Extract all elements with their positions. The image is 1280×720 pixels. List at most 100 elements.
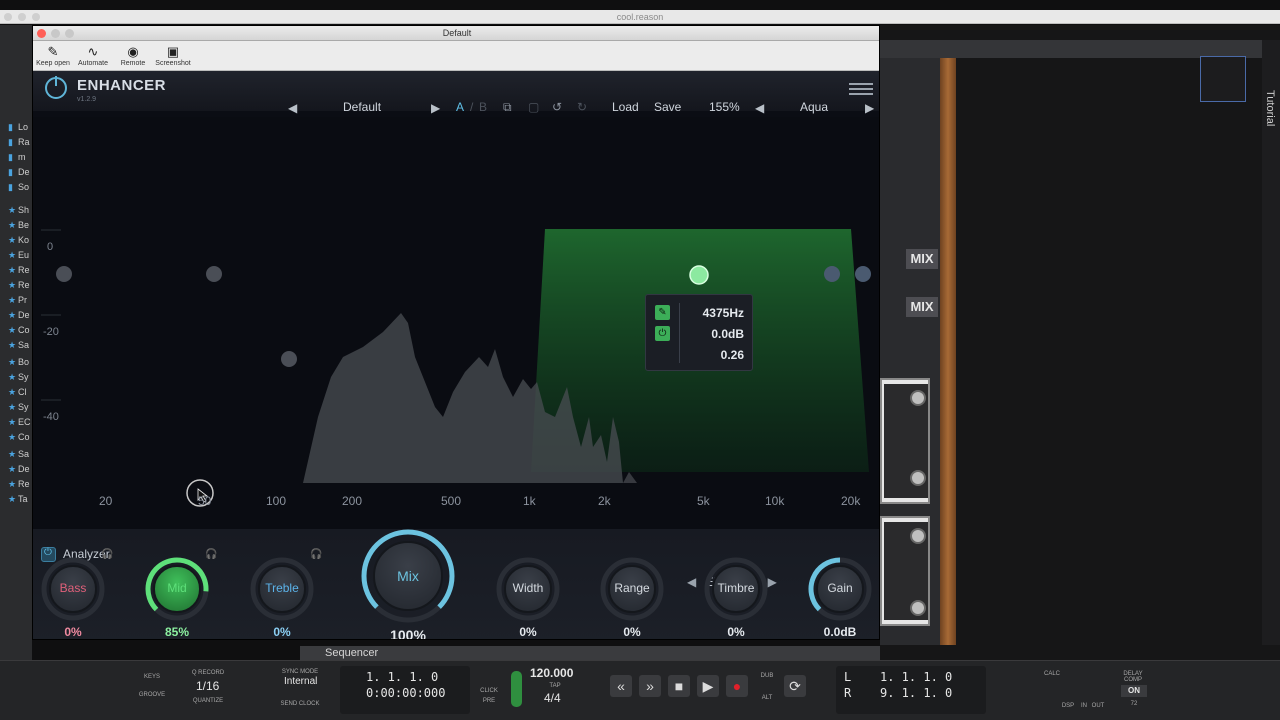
browser-item[interactable]: ★ Pr xyxy=(0,293,32,308)
eq-node[interactable] xyxy=(855,266,871,282)
browser-item[interactable]: ★ Ko xyxy=(0,233,32,248)
knob-width[interactable]: Width 0% xyxy=(496,557,560,639)
tutorial-tab[interactable]: Tutorial xyxy=(1264,90,1276,126)
rack-knob[interactable] xyxy=(910,470,926,486)
load-button[interactable]: Load xyxy=(612,100,639,114)
browser-item[interactable]: ★ Sh xyxy=(0,203,32,218)
click-level-slider[interactable] xyxy=(511,671,522,707)
knob-mix[interactable]: Mix 100% xyxy=(361,529,455,639)
style-next-icon[interactable]: ▶ xyxy=(768,575,777,589)
browser-item[interactable]: ★ EC xyxy=(0,415,32,430)
headphone-icon[interactable]: 🎧 xyxy=(310,549,322,560)
rack-minimap[interactable] xyxy=(1200,56,1246,102)
keys-label[interactable]: KEYS xyxy=(140,674,164,680)
rack-unit[interactable] xyxy=(880,516,930,626)
node-power-icon[interactable]: ⏻ xyxy=(655,326,670,341)
browser-item[interactable]: ▮ m xyxy=(0,150,32,165)
undo-icon[interactable]: ↺ xyxy=(552,100,562,114)
browser-item[interactable]: ★ Ta xyxy=(0,492,32,507)
knob-range[interactable]: Range 0% xyxy=(600,557,664,639)
rack-scrollbar[interactable]: Tutorial xyxy=(1262,40,1280,645)
browser-item[interactable]: ★ Sa xyxy=(0,447,32,462)
knob-treble[interactable]: Treble 0% 🎧 xyxy=(250,549,322,639)
song-position[interactable]: 1. 1. 1. 0 xyxy=(366,670,438,684)
browser-item[interactable]: ★ Re xyxy=(0,278,32,293)
browser-item[interactable]: ★ Bo xyxy=(0,355,32,370)
zoom-level[interactable]: 155% xyxy=(709,100,740,114)
theme-name[interactable]: Aqua xyxy=(800,100,828,114)
browser-item[interactable]: ★ Co xyxy=(0,430,32,445)
paste-icon[interactable]: ▢ xyxy=(528,100,539,114)
tooltip-gain[interactable]: 0.0dB xyxy=(711,327,744,341)
eq-node[interactable] xyxy=(56,266,72,282)
browser-item[interactable]: ★ Re xyxy=(0,263,32,278)
headphone-icon[interactable]: 🎧 xyxy=(205,549,217,560)
knob-bass[interactable]: Bass 0% 🎧 xyxy=(41,549,113,639)
q-record-label[interactable]: Q RECORD xyxy=(188,670,228,676)
browser-item[interactable]: ★ Re xyxy=(0,477,32,492)
browser-item[interactable]: ★ Co xyxy=(0,323,32,338)
delay-comp-value[interactable]: 72 xyxy=(1124,701,1144,707)
copy-icon[interactable]: ⧉ xyxy=(503,100,512,115)
screenshot-button[interactable]: ▣ Screenshot xyxy=(151,43,195,67)
automate-button[interactable]: ∿ Automate xyxy=(71,43,115,67)
browser-item[interactable]: ▮ De xyxy=(0,165,32,180)
redo-icon[interactable]: ↻ xyxy=(577,100,587,114)
fast-forward-icon[interactable]: » xyxy=(639,675,661,697)
browser-item[interactable]: ★ Cl xyxy=(0,385,32,400)
theme-prev-icon[interactable]: ◀ xyxy=(755,101,764,115)
rack-knob[interactable] xyxy=(910,390,926,406)
ab-a-button[interactable]: A xyxy=(456,100,464,114)
remote-button[interactable]: ◉ Remote xyxy=(111,43,155,67)
loop-icon[interactable]: ⟳ xyxy=(784,675,806,697)
theme-next-icon[interactable]: ▶ xyxy=(865,101,874,115)
rack-knob[interactable] xyxy=(910,600,926,616)
click-label[interactable]: CLICK xyxy=(479,688,499,694)
browser-item[interactable]: ★ Be xyxy=(0,218,32,233)
sync-mode-value[interactable]: Internal xyxy=(284,676,317,687)
browser-item[interactable]: ▮ Ra xyxy=(0,135,32,150)
dub-label[interactable]: DUB xyxy=(757,673,777,679)
browser-item[interactable]: ★ Eu xyxy=(0,248,32,263)
style-prev-icon[interactable]: ◀ xyxy=(687,575,696,589)
alt-label[interactable]: ALT xyxy=(757,695,777,701)
browser-item[interactable]: ▮ So xyxy=(0,180,32,195)
preset-name[interactable]: Default xyxy=(343,100,381,114)
rack-knob[interactable] xyxy=(910,528,926,544)
play-icon[interactable]: ▶ xyxy=(697,675,719,697)
loop-left-value[interactable]: 1. 1. 1. 0 xyxy=(880,670,952,684)
groove-label[interactable]: GROOVE xyxy=(138,692,166,698)
preset-next-icon[interactable]: ▶ xyxy=(431,101,440,115)
browser-item[interactable]: ★ Sy xyxy=(0,400,32,415)
preset-prev-icon[interactable]: ◀ xyxy=(288,101,297,115)
save-button[interactable]: Save xyxy=(654,100,681,114)
quantize-value[interactable]: 1/16 xyxy=(196,679,219,693)
knob-timbre[interactable]: Timbre 0% xyxy=(704,557,768,639)
stop-icon[interactable]: ■ xyxy=(668,675,690,697)
eq-node-selected[interactable] xyxy=(689,265,709,285)
eq-node[interactable] xyxy=(206,266,222,282)
tap-label[interactable]: TAP xyxy=(545,683,565,689)
menu-icon[interactable] xyxy=(849,83,873,95)
rewind-icon[interactable]: « xyxy=(610,675,632,697)
loop-right-value[interactable]: 9. 1. 1. 0 xyxy=(880,686,952,700)
send-clock-label[interactable]: SEND CLOCK xyxy=(278,701,322,707)
knob-mid[interactable]: Mid 85% 🎧 xyxy=(145,549,217,639)
time-signature[interactable]: 4/4 xyxy=(544,691,561,705)
knob-gain[interactable]: Gain 0.0dB xyxy=(808,557,872,639)
record-icon[interactable]: ● xyxy=(726,675,748,697)
browser-item[interactable]: ▮ Lo xyxy=(0,120,32,135)
rack-unit[interactable] xyxy=(880,378,930,504)
eq-node[interactable] xyxy=(824,266,840,282)
delay-comp-toggle[interactable]: ON xyxy=(1121,685,1147,697)
headphone-icon[interactable]: 🎧 xyxy=(101,549,113,560)
browser-item[interactable]: ★ De xyxy=(0,462,32,477)
eq-node[interactable] xyxy=(281,351,297,367)
tempo-value[interactable]: 120.000 xyxy=(530,666,573,680)
pin-node-icon[interactable]: ✎ xyxy=(655,305,670,320)
keep-open-button[interactable]: ✎ Keep open xyxy=(33,43,75,67)
browser-item[interactable]: ★ De xyxy=(0,308,32,323)
sequencer-bar[interactable]: Sequencer xyxy=(300,646,880,661)
ab-b-button[interactable]: B xyxy=(479,100,487,114)
browser-item[interactable]: ★ Sy xyxy=(0,370,32,385)
